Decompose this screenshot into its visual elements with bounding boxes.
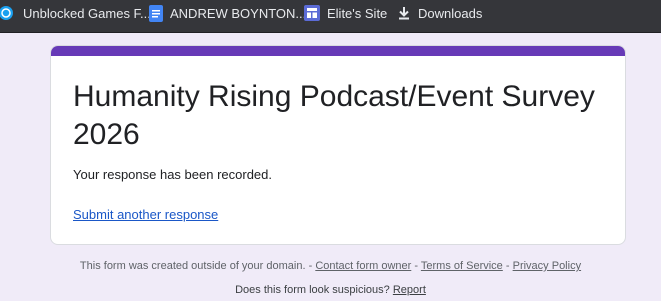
- download-icon: [397, 6, 411, 20]
- footer-separator: -: [505, 260, 510, 272]
- confirmation-message: Your response has been recorded.: [73, 167, 272, 182]
- bookmark-label: ANDREW BOYNTON...: [170, 5, 307, 21]
- bookmark-elites-site[interactable]: Elite's Site: [304, 0, 387, 26]
- footer-report: Does this form look suspicious? Report: [0, 284, 661, 296]
- google-docs-icon: [149, 4, 163, 22]
- card-accent-bar: [51, 46, 625, 56]
- footer-notice: This form was created outside of your do…: [0, 260, 661, 272]
- submit-another-response-link[interactable]: Submit another response: [73, 207, 218, 222]
- report-link[interactable]: Report: [393, 284, 426, 296]
- bookmark-andrew-boynton[interactable]: ANDREW BOYNTON...: [149, 0, 306, 26]
- bookmark-downloads[interactable]: Downloads: [397, 0, 482, 26]
- privacy-policy-link[interactable]: Privacy Policy: [513, 260, 581, 272]
- bookmark-label: Unblocked Games F...: [23, 5, 151, 21]
- globe-icon: [0, 5, 16, 21]
- bookmark-label: Elite's Site: [327, 5, 388, 21]
- bookmark-unblocked-games[interactable]: Unblocked Games F...: [0, 0, 151, 26]
- footer-separator: -: [414, 260, 419, 272]
- form-title: Humanity Rising Podcast/Event Survey 202…: [73, 80, 595, 151]
- contact-form-owner-link[interactable]: Contact form owner: [315, 260, 411, 272]
- bookmarks-bar: Unblocked Games F... ANDREW BOYNTON... E…: [0, 0, 661, 33]
- terms-of-service-link[interactable]: Terms of Service: [421, 260, 503, 272]
- domain-notice-text: This form was created outside of your do…: [79, 260, 313, 272]
- google-sites-icon: [304, 5, 320, 21]
- suspicious-text: Does this form look suspicious?: [235, 284, 390, 296]
- bookmark-label: Downloads: [418, 5, 483, 21]
- form-confirmation-card: Humanity Rising Podcast/Event Survey 202…: [50, 45, 626, 245]
